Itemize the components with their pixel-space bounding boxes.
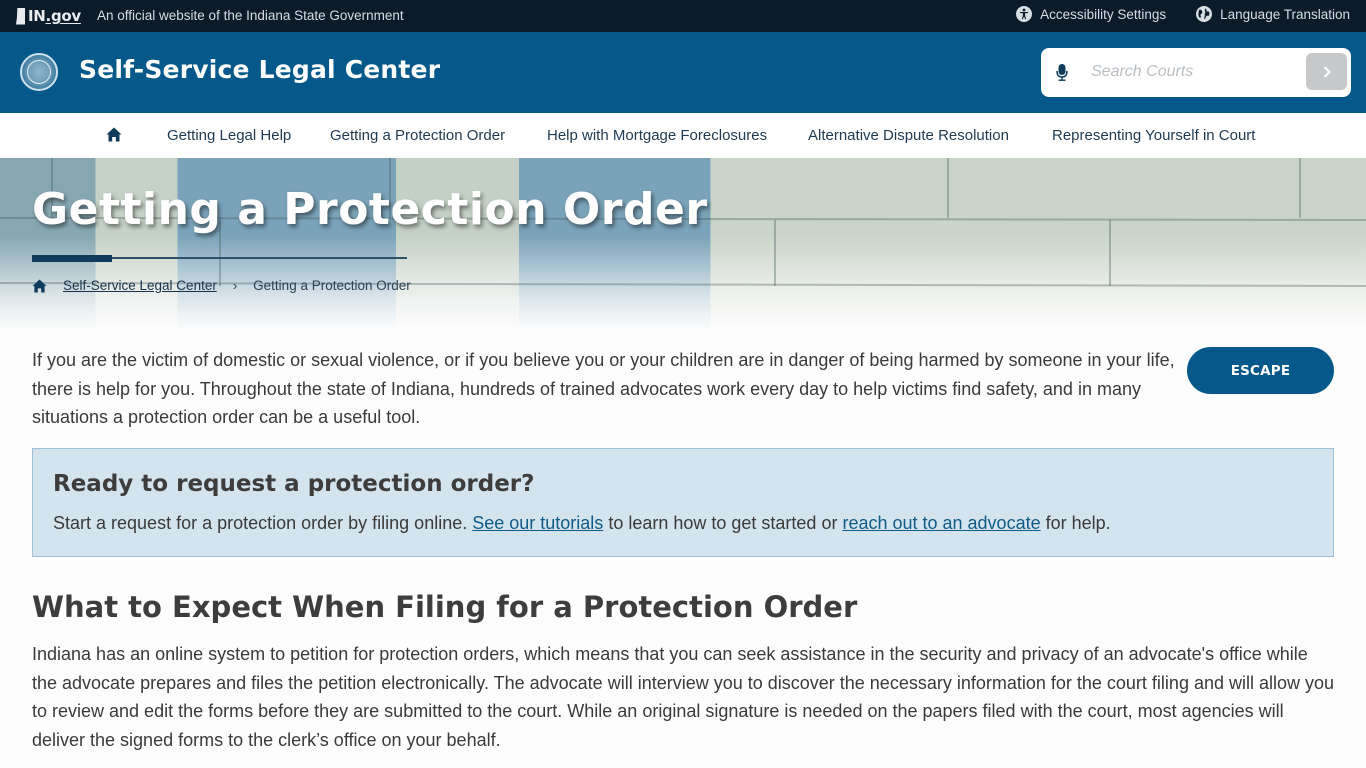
nav-item-representing-yourself[interactable]: Representing Yourself in Court: [1052, 127, 1255, 144]
callout-text-middle: to learn how to get started or: [603, 513, 843, 533]
intro-paragraph: If you are the victim of domestic or sex…: [32, 350, 1175, 428]
accessibility-icon: [1016, 6, 1033, 22]
language-translation-button[interactable]: Language Translation: [1196, 6, 1350, 22]
language-translation-label: Language Translation: [1220, 6, 1350, 22]
request-callout: Ready to request a protection order? Sta…: [32, 448, 1334, 557]
breadcrumb-link-self-service-legal-center[interactable]: Self-Service Legal Center: [63, 278, 217, 293]
indiana-state-icon: [16, 7, 25, 25]
site-header: Self-Service Legal Center: [0, 32, 1366, 113]
globe-icon: [1196, 6, 1213, 22]
callout-text-before: Start a request for a protection order b…: [53, 513, 473, 533]
see-tutorials-link[interactable]: See our tutorials: [472, 513, 603, 533]
logo-gov-text: .gov: [45, 7, 82, 25]
breadcrumb-separator-icon: ›: [232, 278, 238, 293]
reach-advocate-link[interactable]: reach out to an advocate: [842, 513, 1040, 533]
chevron-right-icon: [1323, 65, 1331, 78]
in-gov-logo[interactable]: IN .gov: [16, 7, 81, 25]
callout-heading: Ready to request a protection order?: [53, 471, 535, 497]
main-navigation: Getting Legal Help Getting a Protection …: [0, 113, 1366, 158]
logo-in-text: IN: [28, 7, 46, 25]
title-divider-accent: [32, 255, 112, 262]
gov-bar-utilities: Accessibility Settings Language Translat…: [1016, 6, 1350, 22]
microphone-icon[interactable]: [1054, 61, 1070, 83]
nav-item-getting-legal-help[interactable]: Getting Legal Help: [167, 127, 291, 144]
accessibility-settings-button[interactable]: Accessibility Settings: [1016, 6, 1166, 22]
site-title[interactable]: Self-Service Legal Center: [79, 55, 440, 84]
section-heading-what-to-expect: What to Expect When Filing for a Protect…: [32, 590, 858, 624]
nav-item-alternative-dispute-resolution[interactable]: Alternative Dispute Resolution: [808, 127, 1009, 144]
nav-item-getting-a-protection-order[interactable]: Getting a Protection Order: [330, 127, 505, 144]
nav-home-icon[interactable]: [106, 127, 122, 142]
search-box: [1041, 48, 1351, 97]
search-submit-button[interactable]: [1306, 53, 1347, 90]
breadcrumb-home-icon[interactable]: [32, 278, 47, 293]
callout-text: Start a request for a protection order b…: [53, 513, 1111, 534]
page-title: Getting a Protection Order: [32, 184, 708, 235]
nav-item-mortgage-foreclosures[interactable]: Help with Mortgage Foreclosures: [547, 127, 767, 144]
official-gov-bar: IN .gov An official website of the India…: [0, 0, 1366, 32]
official-tagline: An official website of the Indiana State…: [97, 8, 404, 23]
breadcrumb: Self-Service Legal Center › Getting a Pr…: [32, 278, 411, 293]
escape-button[interactable]: ESCAPE: [1187, 347, 1334, 394]
callout-text-after: for help.: [1040, 513, 1111, 533]
accessibility-settings-label: Accessibility Settings: [1040, 6, 1167, 22]
section-paragraph: Indiana has an online system to petition…: [32, 644, 1335, 750]
page-hero: Getting a Protection Order Self-Service …: [0, 158, 1366, 330]
breadcrumb-current: Getting a Protection Order: [253, 278, 411, 293]
indiana-state-seal-icon[interactable]: [20, 53, 58, 91]
search-courts-input[interactable]: [1091, 58, 1301, 86]
